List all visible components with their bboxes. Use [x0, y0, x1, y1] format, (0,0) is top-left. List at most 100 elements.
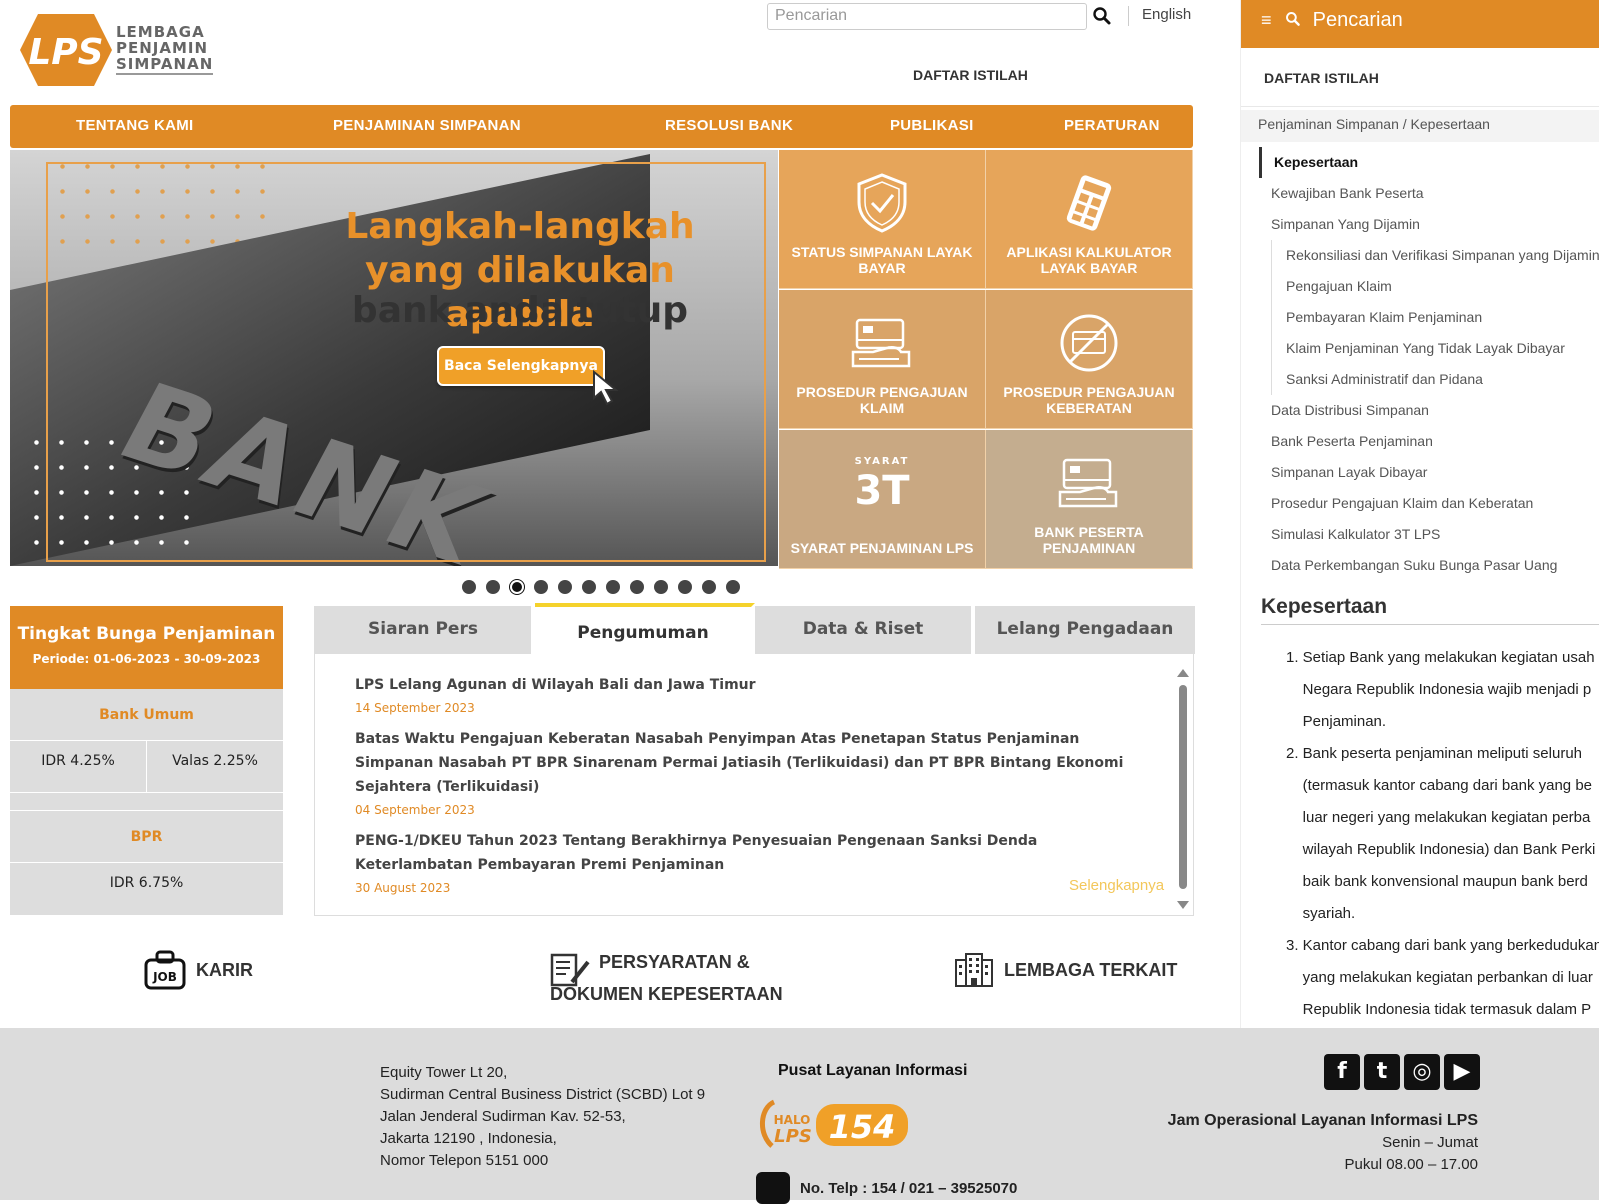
content-line: luar negeri yang melakukan kegiatan perb…: [1286, 809, 1591, 826]
sidebar-menu-item[interactable]: Kepesertaan: [1259, 147, 1599, 178]
sidebar-search-bar[interactable]: ≡ Pencarian: [1241, 0, 1599, 48]
bank-umum-label: Bank Umum: [10, 689, 283, 741]
youtube-icon[interactable]: ▶: [1444, 1054, 1480, 1090]
card-hand-icon: [1058, 458, 1118, 508]
nav-penjaminan-simpanan[interactable]: PENJAMINAN SIMPANAN: [333, 117, 521, 134]
see-more-link[interactable]: Selengkapnya: [1069, 877, 1164, 894]
tile-aplikasi-kalkulator[interactable]: APLIKASI KALKULATOR LAYAK BAYAR: [986, 150, 1193, 289]
hero-banner[interactable]: BANK Langkah-langkah yang dilakukan apab…: [10, 150, 778, 566]
tab-siaran-pers[interactable]: Siaran Pers: [315, 606, 535, 654]
hero-read-more-button[interactable]: Baca Selengkapnya: [437, 346, 605, 386]
no-card-icon: [1060, 314, 1118, 372]
jam-title: Jam Operasional Layanan Informasi LPS: [1167, 1112, 1478, 1129]
facebook-icon[interactable]: f: [1324, 1054, 1360, 1090]
tile-prosedur-keberatan[interactable]: PROSEDUR PENGAJUAN KEBERATAN: [986, 290, 1193, 429]
language-divider: [1128, 6, 1129, 26]
address-line: Sudirman Central Business District (SCBD…: [380, 1086, 706, 1103]
sidebar-menu-item[interactable]: Sanksi Administratif dan Pidana: [1271, 364, 1599, 395]
persyaratan-label-line-2: DOKUMEN KEPESERTAAN: [550, 984, 783, 1004]
news-item[interactable]: PENG-1/DKEU Tahun 2023 Tentang Berakhirn…: [355, 829, 1135, 895]
news-title[interactable]: LPS Lelang Agunan di Wilayah Bali dan Ja…: [355, 673, 1135, 697]
rate-header: Tingkat Bunga Penjaminan Periode: 01-06-…: [10, 606, 283, 689]
nav-resolusi-bank[interactable]: RESOLUSI BANK: [665, 117, 793, 134]
tile-label: PROSEDUR PENGAJUAN KLAIM: [796, 384, 968, 416]
lps-logo[interactable]: LPS LEMBAGA PENJAMIN SIMPANAN: [20, 10, 215, 90]
news-tabs-panel: Siaran Pers Pengumuman Data & Riset Lela…: [314, 603, 1195, 916]
sidebar-menu-item[interactable]: Simpanan Layak Dibayar: [1259, 457, 1599, 488]
carousel-dot[interactable]: [462, 580, 476, 594]
tile-prosedur-klaim[interactable]: PROSEDUR PENGAJUAN KLAIM: [779, 290, 986, 429]
carousel-dot[interactable]: [606, 580, 620, 594]
search-icon[interactable]: [1092, 6, 1112, 26]
sidebar-menu-item[interactable]: Bank Peserta Penjaminan: [1259, 426, 1599, 457]
sidebar-menu-item[interactable]: Data Distribusi Simpanan: [1259, 395, 1599, 426]
carousel-dot[interactable]: [534, 580, 548, 594]
carousel-dot[interactable]: [702, 580, 716, 594]
news-item[interactable]: LPS Lelang Agunan di Wilayah Bali dan Ja…: [355, 673, 1135, 715]
karir-label: KARIR: [196, 960, 253, 980]
hero-title-line-1: Langkah-langkah: [345, 206, 695, 247]
address-line: Jakarta 12190 , Indonesia,: [380, 1130, 557, 1147]
tab-pengumuman[interactable]: Pengumuman: [535, 603, 755, 655]
main-nav: TENTANG KAMI PENJAMINAN SIMPANAN RESOLUS…: [10, 105, 1193, 148]
sidebar-menu-item[interactable]: Simpanan Yang Dijamin: [1259, 209, 1599, 240]
carousel-dot[interactable]: [630, 580, 644, 594]
sidebar-menu-item[interactable]: Data Perkembangan Suku Bunga Pasar Uang: [1259, 550, 1599, 581]
sidebar-menu-item[interactable]: Pengajuan Klaim: [1271, 271, 1599, 302]
carousel-dot[interactable]: [654, 580, 668, 594]
phone-icon: [756, 1172, 790, 1204]
nav-publikasi[interactable]: PUBLIKASI: [890, 117, 974, 134]
karir-link[interactable]: JOB KARIR: [144, 950, 253, 990]
logo-word-1: LEMBAGA: [116, 23, 205, 41]
svg-text:LPS: LPS: [774, 1126, 812, 1147]
sidebar-search-label[interactable]: Pencarian: [1313, 9, 1403, 31]
nav-tentang-kami[interactable]: TENTANG KAMI: [76, 117, 193, 134]
tile-status-simpanan[interactable]: STATUS SIMPANAN LAYAK BAYAR: [779, 150, 986, 289]
language-link[interactable]: English: [1142, 6, 1191, 23]
carousel-dot[interactable]: [558, 580, 572, 594]
halo-lps-154-logo[interactable]: HALO LPS 154: [756, 1094, 911, 1156]
rate-period: Periode: 01-06-2023 - 30-09-2023: [32, 652, 261, 666]
scroll-thumb[interactable]: [1179, 685, 1187, 889]
glossary-link[interactable]: DAFTAR ISTILAH: [913, 67, 1028, 83]
menu-icon[interactable]: ≡: [1261, 10, 1272, 30]
sidebar-menu-item[interactable]: Klaim Penjaminan Yang Tidak Layak Dibaya…: [1271, 333, 1599, 364]
footer-address: Equity Tower Lt 20, Sudirman Central Bus…: [380, 1062, 705, 1172]
sidebar-menu-item[interactable]: Pembayaran Klaim Penjaminan: [1271, 302, 1599, 333]
instagram-icon[interactable]: ◎: [1404, 1054, 1440, 1090]
content-line: Penjaminan.: [1286, 713, 1387, 730]
tab-data-riset[interactable]: Data & Riset: [755, 606, 975, 654]
carousel-dot[interactable]: [678, 580, 692, 594]
carousel-dot[interactable]: [582, 580, 596, 594]
svg-text:3T: 3T: [854, 468, 910, 514]
content-heading: Kepesertaan: [1261, 595, 1388, 618]
lembaga-terkait-link[interactable]: LEMBAGA TERKAIT: [954, 952, 1177, 988]
nav-peraturan[interactable]: PERATURAN: [1064, 117, 1160, 134]
sidebar-glossary-link[interactable]: DAFTAR ISTILAH: [1264, 70, 1379, 86]
sidebar-menu-item[interactable]: Simulasi Kalkulator 3T LPS: [1259, 519, 1599, 550]
carousel-dot[interactable]: [726, 580, 740, 594]
scroll-up-icon[interactable]: [1177, 669, 1189, 677]
logo-words: LEMBAGA PENJAMIN SIMPANAN: [116, 23, 214, 75]
scroll-down-icon[interactable]: [1177, 901, 1189, 909]
twitter-icon[interactable]: t: [1364, 1054, 1400, 1090]
carousel-dot[interactable]: [510, 580, 524, 594]
sidebar-menu-item[interactable]: Rekonsiliasi dan Verifikasi Simpanan yan…: [1271, 240, 1599, 271]
tile-syarat-penjaminan[interactable]: SYARAT 3T SYARAT PENJAMINAN LPS: [779, 430, 986, 569]
shield-check-icon: [857, 173, 907, 233]
tile-bank-peserta[interactable]: BANK PESERTA PENJAMINAN: [986, 430, 1193, 569]
rate-title: Tingkat Bunga Penjaminan: [17, 624, 276, 644]
news-title[interactable]: Batas Waktu Pengajuan Keberatan Nasabah …: [355, 727, 1135, 799]
news-item[interactable]: Batas Waktu Pengajuan Keberatan Nasabah …: [355, 727, 1135, 817]
news-title[interactable]: PENG-1/DKEU Tahun 2023 Tentang Berakhirn…: [355, 829, 1135, 877]
news-scrollbar[interactable]: [1177, 669, 1189, 909]
persyaratan-label-line-1: PERSYARATAN &: [599, 952, 750, 972]
bpr-label: BPR: [10, 811, 283, 863]
sidebar-menu-item[interactable]: Prosedur Pengajuan Klaim dan Keberatan: [1259, 488, 1599, 519]
tab-lelang-pengadaan[interactable]: Lelang Pengadaan: [975, 606, 1195, 654]
sidebar-menu-item[interactable]: Kewajiban Bank Peserta: [1259, 178, 1599, 209]
carousel-dot[interactable]: [486, 580, 500, 594]
content-line: 1. Setiap Bank yang melakukan kegiatan u…: [1286, 649, 1595, 666]
breadcrumb[interactable]: Penjaminan Simpanan / Kepesertaan: [1241, 110, 1599, 142]
search-input[interactable]: Pencarian: [767, 3, 1087, 30]
